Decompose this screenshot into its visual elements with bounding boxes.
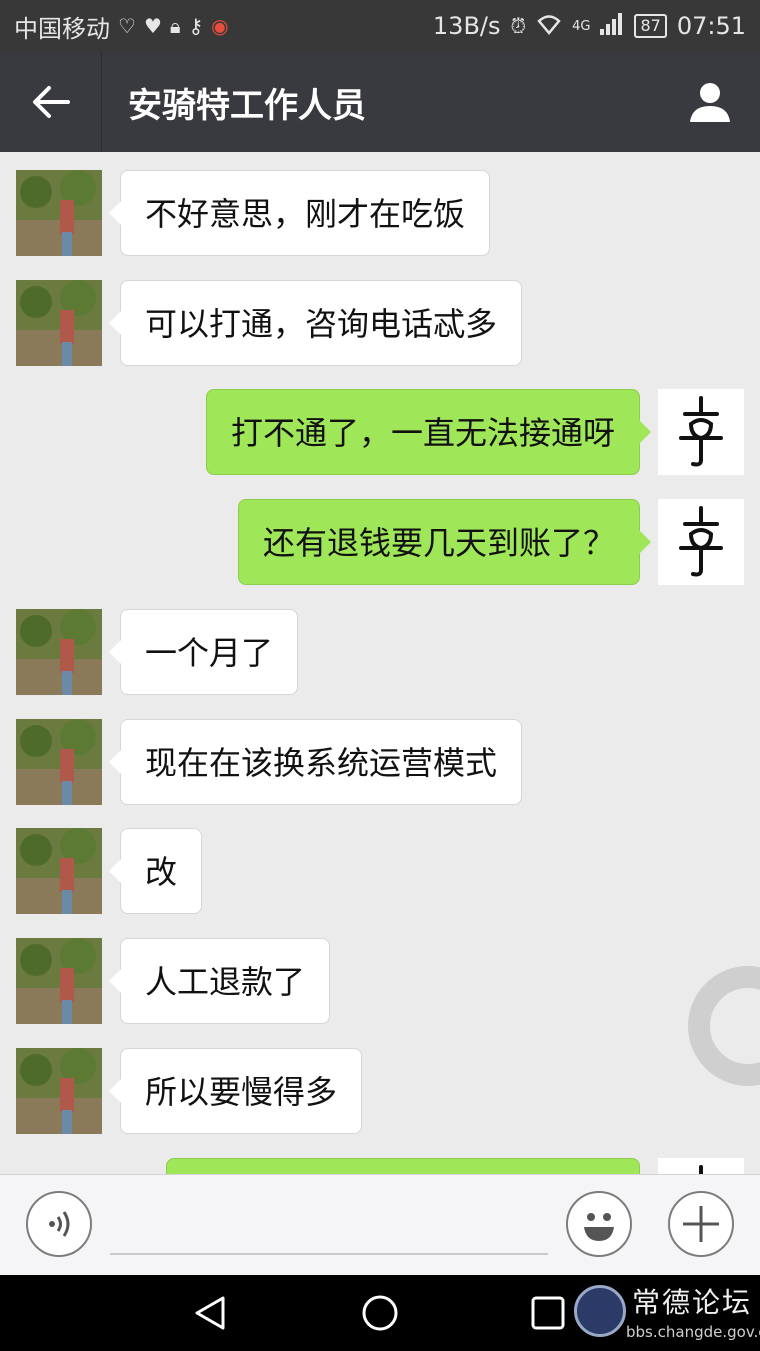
weibo-icon: ◉	[211, 14, 229, 38]
back-nav-button[interactable]	[190, 1293, 230, 1333]
message-row: 人工退款了	[0, 938, 760, 1024]
watermark-title: 常德论坛	[632, 1286, 753, 1319]
forum-watermark: 常德论坛 bbs.changde.gov.cn	[574, 1279, 760, 1347]
outgoing-bubble[interactable]: 还有退钱要几天到账了？	[237, 499, 652, 585]
voice-button[interactable]	[26, 1191, 92, 1257]
key-icon: ⚷	[188, 14, 204, 38]
my-avatar[interactable]	[658, 499, 744, 585]
network-speed: 13B/s	[432, 12, 501, 40]
message-row	[0, 1158, 760, 1174]
contact-avatar[interactable]	[16, 828, 102, 914]
chat-info-button[interactable]	[660, 52, 760, 152]
contact-avatar[interactable]	[16, 170, 102, 256]
alarm-icon: ⏰︎	[510, 14, 527, 38]
wifi-icon	[536, 13, 562, 40]
emoji-button[interactable]	[566, 1191, 632, 1257]
watermark-url: bbs.changde.gov.cn	[626, 1323, 760, 1341]
person-icon	[690, 83, 730, 122]
contact-avatar[interactable]	[16, 609, 102, 695]
my-avatar[interactable]	[658, 389, 744, 475]
back-button[interactable]	[0, 52, 102, 152]
incoming-bubble[interactable]: 人工退款了	[108, 938, 331, 1024]
contact-avatar[interactable]	[16, 280, 102, 366]
clock: 07:51	[676, 12, 746, 40]
message-row: 改	[0, 828, 760, 914]
home-nav-button[interactable]	[360, 1293, 400, 1333]
contact-avatar[interactable]	[16, 1048, 102, 1134]
contact-avatar[interactable]	[16, 938, 102, 1024]
message-row: 一个月了	[0, 609, 760, 695]
emoji-icon	[584, 1213, 614, 1241]
message-list[interactable]: 不好意思，刚才在吃饭 可以打通，咨询电话忒多 打不通了，一直无法接通呀 还有退钱…	[0, 152, 760, 1174]
incoming-bubble[interactable]: 可以打通，咨询电话忒多	[108, 280, 523, 366]
more-button[interactable]	[668, 1191, 734, 1257]
shield-icon: ♡	[118, 14, 136, 38]
carrier-label: 中国移动	[14, 14, 110, 43]
incoming-bubble[interactable]: 改	[108, 828, 203, 914]
chat-header: 安骑特工作人员	[0, 52, 760, 152]
incoming-bubble[interactable]: 不好意思，刚才在吃饭	[108, 170, 491, 256]
triangle-back-icon	[195, 1296, 225, 1330]
incoming-bubble[interactable]: 一个月了	[108, 609, 299, 695]
battery-icon: 87	[634, 14, 667, 38]
message-row: 不好意思，刚才在吃饭	[0, 170, 760, 256]
message-row: 打不通了，一直无法接通呀	[0, 389, 760, 475]
message-row: 现在在该换系统运营模式	[0, 719, 760, 805]
my-avatar[interactable]	[658, 1158, 744, 1174]
outgoing-bubble[interactable]	[166, 1158, 640, 1174]
message-row: 可以打通，咨询电话忒多	[0, 280, 760, 366]
system-nav-bar: 常德论坛 bbs.changde.gov.cn	[0, 1275, 760, 1351]
chat-title: 安骑特工作人员	[128, 85, 366, 126]
incoming-bubble[interactable]: 所以要慢得多	[108, 1048, 363, 1134]
message-input[interactable]	[110, 1253, 548, 1255]
incoming-bubble[interactable]: 现在在该换系统运营模式	[108, 719, 523, 805]
message-row: 所以要慢得多	[0, 1048, 760, 1134]
recents-nav-button[interactable]	[528, 1293, 568, 1333]
square-recents-icon	[531, 1296, 565, 1330]
contact-avatar[interactable]	[16, 719, 102, 805]
voice-icon	[49, 1211, 70, 1237]
message-row: 还有退钱要几天到账了？	[0, 499, 760, 585]
signal-icon	[600, 12, 624, 40]
outgoing-bubble[interactable]: 打不通了，一直无法接通呀	[205, 389, 652, 475]
lock-icon: 🔒︎	[169, 14, 181, 38]
arrow-left-icon	[32, 86, 70, 118]
circle-home-icon	[362, 1295, 398, 1331]
heart-icon: ♥	[143, 14, 162, 38]
plus-icon	[683, 1206, 719, 1242]
status-bar: 中国移动 ♡ ♥ 🔒︎ ⚷ ◉ 13B/s ⏰︎ 4G 87 07:51	[0, 0, 760, 52]
input-bar	[0, 1174, 760, 1275]
network-type: 4G	[572, 18, 591, 34]
forum-logo-icon	[574, 1285, 626, 1337]
